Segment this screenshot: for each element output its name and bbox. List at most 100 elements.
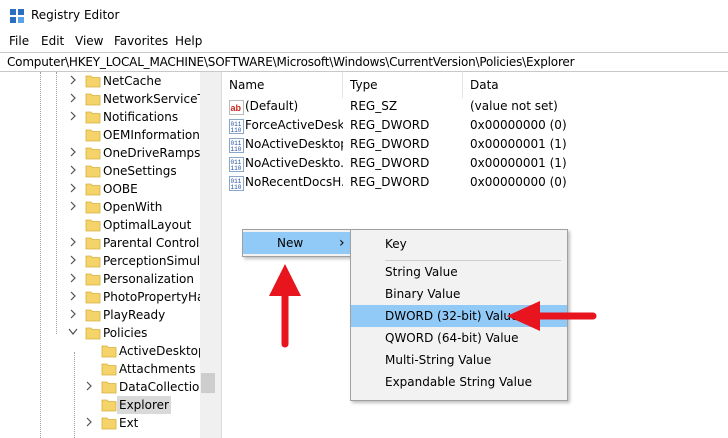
submenu-arrow-icon: › xyxy=(339,235,345,251)
chevron-right-icon[interactable] xyxy=(68,254,78,266)
folder-icon xyxy=(101,381,117,394)
tree-item-label: Personalization xyxy=(103,272,194,286)
chevron-right-icon[interactable] xyxy=(68,308,78,320)
address-path[interactable]: Computer\HKEY_LOCAL_MACHINE\SOFTWARE\Mic… xyxy=(7,55,575,69)
tree-item-label: Parental Controls xyxy=(103,236,206,250)
chevron-right-icon[interactable] xyxy=(68,164,78,176)
value-row[interactable]: 011 110 NoActiveDesktop REG_DWORD 0x00000001… xyxy=(222,136,728,155)
submenu-item-label: DWORD (32-bit) Value xyxy=(385,309,519,323)
column-header-type[interactable]: Type xyxy=(343,72,463,98)
context-menu: New › xyxy=(242,229,354,257)
chevron-right-icon[interactable] xyxy=(68,110,78,122)
tree-item-label: Explorer xyxy=(117,396,171,414)
tree-item-label: PerceptionSimulat xyxy=(103,254,213,268)
chevron-right-icon[interactable] xyxy=(68,236,78,248)
value-row[interactable]: 011 110 NoActiveDeskto... REG_DWORD 0x000000… xyxy=(222,155,728,174)
value-row[interactable]: 011110ForceActiveDesk... REG_DWORD 0x00000… xyxy=(222,117,728,136)
tree-item[interactable]: Parental Controls xyxy=(0,234,206,252)
binary-value-icon: 011110 xyxy=(229,176,244,191)
folder-icon xyxy=(85,255,101,268)
value-name: NoRecentDocsH... xyxy=(245,175,343,189)
new-submenu: Key String Value Binary Value DWORD (32-bi… xyxy=(350,229,568,401)
chevron-right-icon[interactable] xyxy=(68,74,78,86)
folder-icon xyxy=(85,111,101,124)
menu-view[interactable]: View xyxy=(75,34,103,48)
folder-icon xyxy=(101,417,117,430)
svg-text:110: 110 xyxy=(231,146,242,153)
binary-value-icon: 011110 xyxy=(229,157,244,172)
tree-item[interactable]: NetCache xyxy=(0,72,200,90)
submenu-item-label: Expandable String Value xyxy=(385,375,532,389)
tree-item[interactable]: Policies xyxy=(0,324,200,342)
menu-favorites[interactable]: Favorites xyxy=(114,34,168,48)
folder-icon xyxy=(85,327,101,340)
chevron-right-icon[interactable] xyxy=(68,290,78,302)
chevron-down-icon[interactable] xyxy=(68,326,78,338)
submenu-item[interactable]: QWORD (64-bit) Value xyxy=(351,327,567,349)
value-data: (value not set) xyxy=(470,99,558,113)
context-menu-new[interactable]: New › xyxy=(243,232,353,254)
folder-icon xyxy=(101,345,117,358)
folder-icon xyxy=(85,183,101,196)
tree-item-label: OEMInformation xyxy=(103,128,200,142)
submenu-item[interactable]: DWORD (32-bit) Value xyxy=(351,305,567,327)
chevron-right-icon[interactable] xyxy=(68,272,78,284)
tree-item[interactable]: OneDriveRamps xyxy=(0,144,200,162)
tree-item[interactable]: Explorer xyxy=(0,396,200,414)
column-header-name[interactable]: Name xyxy=(222,72,343,98)
submenu-item-label: String Value xyxy=(385,265,458,279)
menu-file[interactable]: File xyxy=(9,34,29,48)
value-row[interactable]: 011 110 NoRecentDocsH... REG_DWORD 0x0000000… xyxy=(222,174,728,193)
value-type: REG_DWORD xyxy=(350,156,430,170)
value-name: NoActiveDesktop xyxy=(245,137,343,151)
tree-item-label: NetCache xyxy=(103,74,162,88)
tree-item[interactable]: Attachments xyxy=(0,360,200,378)
value-data: 0x00000001 (1) xyxy=(470,156,567,170)
tree-item[interactable]: PhotoPropertyHar xyxy=(0,288,209,306)
chevron-right-icon[interactable] xyxy=(68,200,78,212)
chevron-right-icon[interactable] xyxy=(68,146,78,158)
value-data: 0x00000000 (0) xyxy=(470,175,567,189)
value-type: REG_DWORD xyxy=(350,118,430,132)
tree-scrollbar-thumb[interactable] xyxy=(201,373,215,393)
address-bar[interactable]: Computer\HKEY_LOCAL_MACHINE\SOFTWARE\Mic… xyxy=(0,52,728,72)
tree-item[interactable]: DataCollection xyxy=(0,378,207,396)
submenu-item[interactable]: String Value xyxy=(351,261,567,283)
tree-item[interactable]: PerceptionSimulat xyxy=(0,252,212,270)
tree-item[interactable]: OneSettings xyxy=(0,162,200,180)
tree-item-label: Ext xyxy=(119,416,139,430)
tree-item-label: OneDriveRamps xyxy=(103,146,201,160)
tree-item[interactable]: OOBE xyxy=(0,180,200,198)
submenu-item-key[interactable]: Key xyxy=(351,233,567,255)
tree-item-label: DataCollection xyxy=(119,380,208,394)
column-header-data[interactable]: Data xyxy=(463,72,728,98)
tree-item[interactable]: ActiveDesktop xyxy=(0,342,206,360)
tree-item[interactable]: Personalization xyxy=(0,270,200,288)
tree-item[interactable]: NetworkServiceTrig xyxy=(0,90,216,108)
svg-text:110: 110 xyxy=(231,184,242,191)
folder-icon xyxy=(85,165,101,178)
tree-item[interactable]: Notifications xyxy=(0,108,200,126)
chevron-right-icon[interactable] xyxy=(68,92,78,104)
chevron-right-icon[interactable] xyxy=(68,182,78,194)
tree-item[interactable]: OpenWith xyxy=(0,198,200,216)
svg-text:110: 110 xyxy=(231,127,242,134)
chevron-right-icon[interactable] xyxy=(84,380,94,392)
submenu-item[interactable]: Multi-String Value xyxy=(351,349,567,371)
tree-item[interactable]: PlayReady xyxy=(0,306,200,324)
tree-item-label: Policies xyxy=(103,326,148,340)
tree-item[interactable]: Ext xyxy=(0,414,200,432)
submenu-item[interactable]: Binary Value xyxy=(351,283,567,305)
submenu-item[interactable]: Expandable String Value xyxy=(351,371,567,393)
folder-icon xyxy=(85,273,101,286)
folder-icon xyxy=(85,219,101,232)
tree-item-label: OOBE xyxy=(103,182,138,196)
menu-help[interactable]: Help xyxy=(175,34,202,48)
tree-item-label: OptimalLayout xyxy=(103,218,192,232)
chevron-right-icon[interactable] xyxy=(84,416,94,428)
folder-icon xyxy=(85,129,101,142)
value-row[interactable]: ab (Default) REG_SZ (value not set) xyxy=(222,98,728,117)
menu-edit[interactable]: Edit xyxy=(41,34,64,48)
tree-item[interactable]: OptimalLayout xyxy=(0,216,200,234)
tree-item[interactable]: OEMInformation xyxy=(0,126,200,144)
